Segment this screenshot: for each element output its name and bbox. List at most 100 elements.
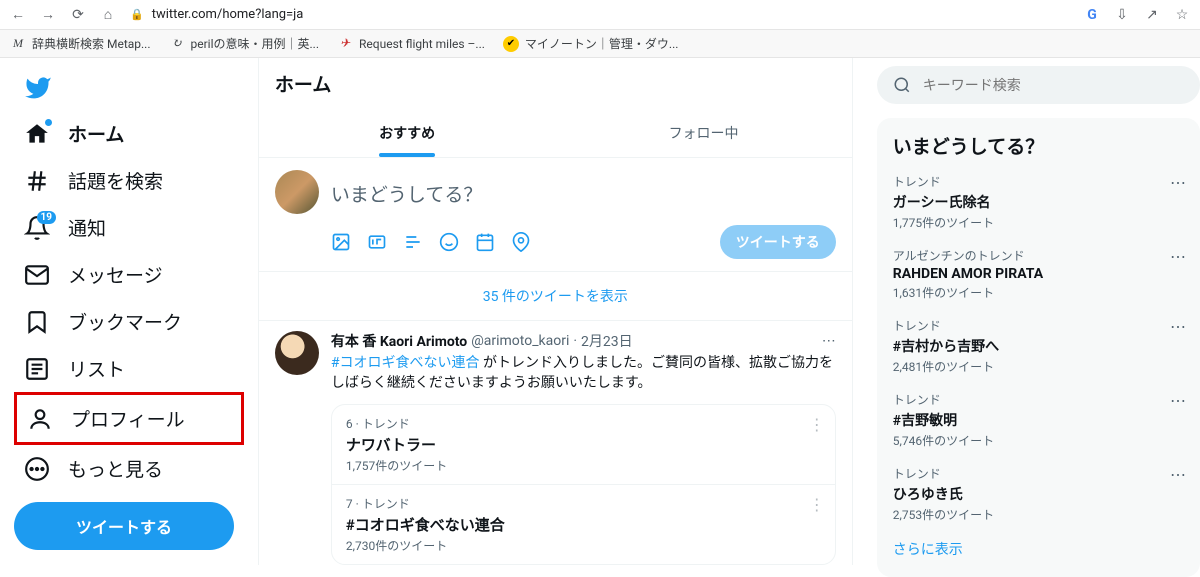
home-icon [24, 121, 50, 147]
trend-more-icon[interactable]: ⋯ [1170, 247, 1186, 266]
favicon: ✔ [503, 36, 519, 52]
location-icon[interactable] [511, 232, 531, 252]
trend-name: #吉村から吉野へ [893, 336, 1184, 356]
compose-input[interactable]: いまどうしてる？ [331, 170, 836, 217]
user-avatar[interactable] [275, 170, 319, 214]
nav-messages[interactable]: メッセージ [14, 251, 173, 298]
bookmark-item[interactable]: ✈ Request flight miles –... [337, 36, 485, 52]
back-icon[interactable]: ← [10, 7, 26, 23]
emoji-icon[interactable] [439, 232, 459, 252]
embedded-trend-item[interactable]: 6 · トレンド ナワバトラー 1,757件のツイート ⋮ [332, 405, 835, 485]
show-new-tweets[interactable]: 35 件のツイートを表示 [259, 272, 852, 321]
trend-count: 2,753件のツイート [893, 506, 1184, 523]
trend-meta: トレンド [893, 465, 1184, 482]
bookmark-label: マイノートン｜管理・ダウ... [525, 35, 679, 52]
embedded-trend-item[interactable]: 7 · トレンド #コオロギ食べない連合 2,730件のツイート ⋮ [332, 485, 835, 564]
trend-more-icon[interactable]: ⋮ [809, 415, 825, 434]
nav-more[interactable]: もっと見る [14, 445, 173, 492]
bookmark-item[interactable]: ✔ マイノートン｜管理・ダウ... [503, 35, 679, 52]
trend-name: ひろゆき氏 [893, 484, 1184, 504]
star-icon[interactable]: ☆ [1174, 7, 1190, 23]
nav-lists[interactable]: リスト [14, 345, 135, 392]
search-input[interactable] [923, 77, 1184, 93]
list-icon [24, 356, 50, 382]
nav-notifications[interactable]: 19 通知 [14, 204, 116, 251]
twitter-logo[interactable] [14, 66, 258, 110]
nav-label: メッセージ [68, 261, 163, 288]
favicon: ✈ [337, 36, 353, 52]
tweet-author-name[interactable]: 有本 香 Kaori Arimoto [331, 331, 467, 351]
tweet-date[interactable]: 2月23日 [581, 331, 633, 351]
tweet-more-icon[interactable]: ⋯ [822, 333, 836, 349]
tab-for-you[interactable]: おすすめ [259, 109, 555, 157]
bookmark-label: Request flight miles –... [359, 37, 485, 51]
trend-item[interactable]: トレンド#吉村から吉野へ2,481件のツイート⋯ [877, 309, 1200, 383]
poll-icon[interactable] [403, 232, 423, 252]
mail-icon [24, 262, 50, 288]
trend-item[interactable]: トレンドひろゆき氏 2,753件のツイート ⋯ [877, 457, 1200, 531]
trend-more-icon[interactable]: ⋯ [1170, 391, 1186, 410]
sidebar-tweet-button[interactable]: ツイートする [14, 502, 234, 550]
compose-tweet-button[interactable]: ツイートする [720, 225, 836, 259]
search-box[interactable] [877, 66, 1200, 104]
reload-icon[interactable]: ⟳ [70, 7, 86, 23]
trend-name: #コオロギ食べない連合 [346, 514, 821, 535]
sidebar: ホーム 話題を検索 19 通知 メッセージ ブックマーク リスト プロフィール [0, 58, 258, 565]
bookmark-item[interactable]: ↻perilの意味・用例｜英... [169, 35, 320, 52]
trend-item[interactable]: トレンドガーシー氏除名1,775件のツイート⋯ [877, 165, 1200, 239]
bookmark-icon [24, 309, 50, 335]
nav-label: プロフィール [71, 405, 185, 432]
trend-more-icon[interactable]: ⋯ [1170, 317, 1186, 336]
forward-icon[interactable]: → [40, 7, 56, 23]
main-timeline: ホーム おすすめ フォロー中 いまどうしてる？ ツイートする 35 件のツイート… [258, 58, 853, 565]
more-icon [24, 456, 50, 482]
trend-item[interactable]: アルゼンチンのトレンドRAHDEN AMOR PIRATA1,631件のツイート… [877, 239, 1200, 309]
nav-label: リスト [68, 355, 125, 382]
image-icon[interactable] [331, 232, 351, 252]
profile-highlight: プロフィール [14, 392, 244, 445]
nav-label: もっと見る [68, 455, 163, 482]
trend-meta: アルゼンチンのトレンド [893, 247, 1184, 264]
trend-more-icon[interactable]: ⋯ [1170, 173, 1186, 192]
notification-dot [45, 119, 52, 126]
right-sidebar: いまどうしてる？ トレンドガーシー氏除名1,775件のツイート⋯ アルゼンチンの… [853, 58, 1200, 565]
trend-count: 1,775件のツイート [893, 214, 1184, 231]
tweet-author-handle[interactable]: @arimoto_kaori [471, 333, 569, 349]
tweet-hashtag[interactable]: #コオロギ食べない連合 [331, 355, 480, 371]
trend-count: 1,631件のツイート [893, 284, 1184, 301]
address-bar[interactable]: 🔒 twitter.com/home?lang=ja [130, 7, 1070, 22]
nav-profile[interactable]: プロフィール [17, 395, 195, 442]
google-icon[interactable]: G [1084, 7, 1100, 23]
tweet-body: 有本 香 Kaori Arimoto @arimoto_kaori · 2月23… [331, 331, 836, 565]
tweet[interactable]: 有本 香 Kaori Arimoto @arimoto_kaori · 2月23… [259, 321, 852, 575]
schedule-icon[interactable] [475, 232, 495, 252]
tweet-author-avatar[interactable] [275, 331, 319, 375]
search-icon [893, 76, 911, 94]
nav-bookmarks[interactable]: ブックマーク [14, 298, 192, 345]
tweet-dot: · [573, 333, 577, 349]
trend-more-icon[interactable]: ⋯ [1170, 465, 1186, 484]
nav-explore[interactable]: 話題を検索 [14, 157, 173, 204]
url-text: twitter.com/home?lang=ja [152, 7, 304, 22]
bookmark-label: 辞典横断検索 Metap... [32, 35, 151, 52]
browser-toolbar: ← → ⟳ ⌂ 🔒 twitter.com/home?lang=ja G ⇩ ↗… [0, 0, 1200, 30]
trend-more-icon[interactable]: ⋮ [809, 495, 825, 514]
share-icon[interactable]: ↗ [1144, 7, 1160, 23]
nav-home[interactable]: ホーム [14, 110, 134, 157]
widget-title: いまどうしてる？ [877, 128, 1200, 165]
trend-rank: 7 · トレンド [346, 495, 821, 512]
show-more-link[interactable]: さらに表示 [877, 531, 1200, 567]
bookmark-item[interactable]: M 辞典横断検索 Metap... [10, 35, 151, 52]
trend-name: #吉野敏明 [893, 410, 1184, 430]
trend-item[interactable]: トレンド#吉野敏明5,746件のツイート⋯ [877, 383, 1200, 457]
extension-icon[interactable]: ⇩ [1114, 7, 1130, 23]
tab-following[interactable]: フォロー中 [555, 109, 851, 157]
favicon: M [10, 36, 26, 52]
tweet-header: 有本 香 Kaori Arimoto @arimoto_kaori · 2月23… [331, 331, 836, 351]
trend-count: 2,730件のツイート [346, 537, 821, 554]
home-nav-icon[interactable]: ⌂ [100, 7, 116, 23]
person-icon [27, 406, 53, 432]
embedded-trend-card: 6 · トレンド ナワバトラー 1,757件のツイート ⋮ 7 · トレンド #… [331, 404, 836, 565]
trends-widget: いまどうしてる？ トレンドガーシー氏除名1,775件のツイート⋯ アルゼンチンの… [877, 118, 1200, 577]
gif-icon[interactable] [367, 232, 387, 252]
